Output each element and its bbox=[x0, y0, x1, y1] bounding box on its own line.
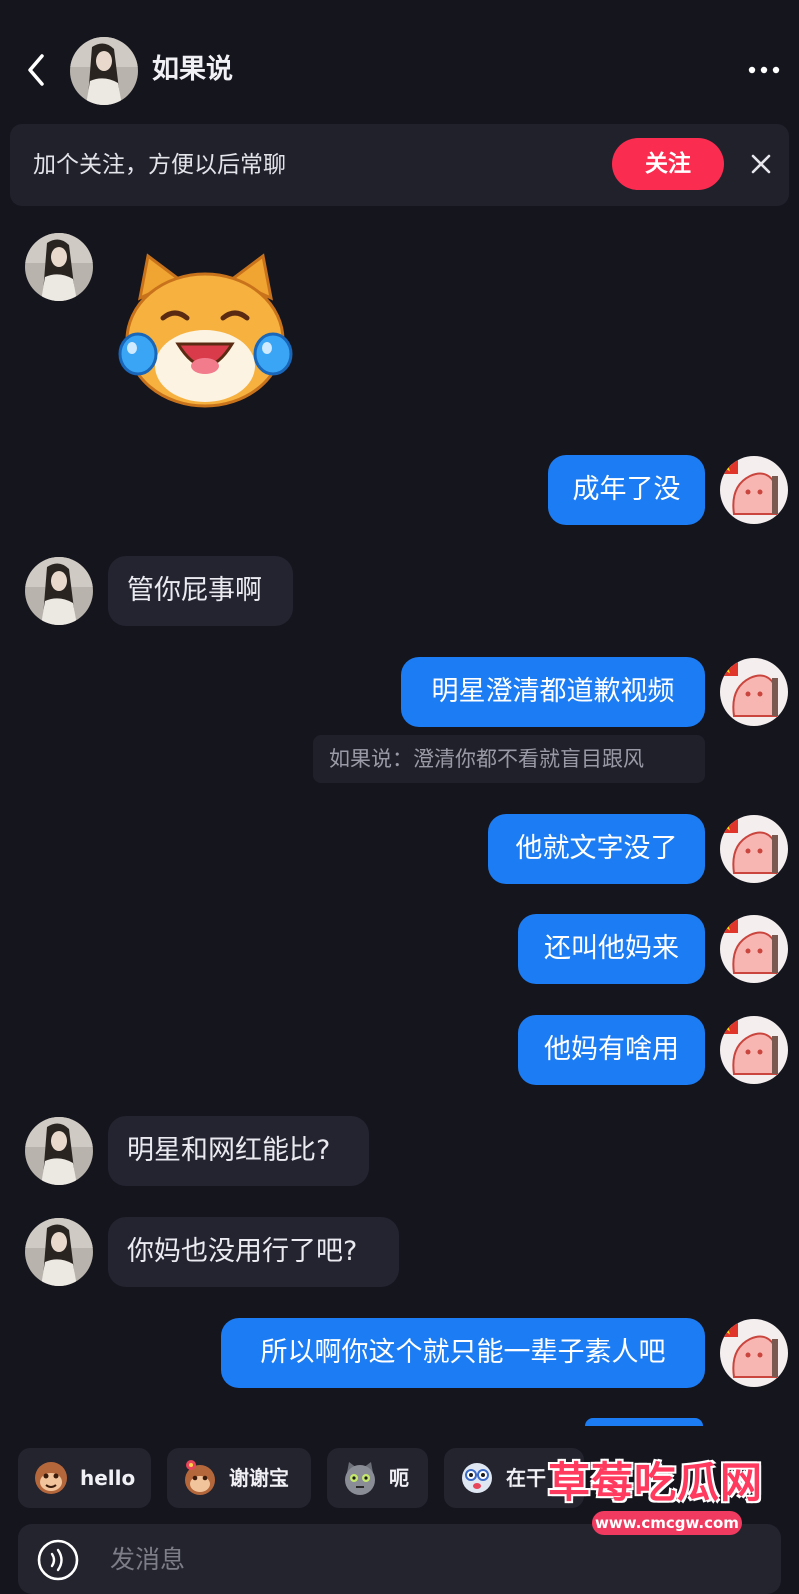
my-avatar[interactable] bbox=[720, 456, 788, 524]
contact-avatar-small[interactable] bbox=[25, 233, 93, 301]
contact-avatar-small[interactable] bbox=[25, 557, 93, 625]
chat-header: 如果说 bbox=[0, 0, 799, 140]
message-bubble-incoming[interactable]: 明星和网红能比? bbox=[108, 1116, 369, 1186]
message-bubble-outgoing[interactable]: 还叫他妈来 bbox=[518, 914, 705, 984]
my-avatar[interactable] bbox=[720, 658, 788, 726]
contact-name: 如果说 bbox=[152, 54, 233, 85]
quick-reply-er[interactable]: 呃 bbox=[327, 1448, 428, 1508]
follow-banner: 加个关注，方便以后常聊 关注 bbox=[10, 124, 789, 206]
chevron-left-icon bbox=[28, 54, 44, 86]
cat-icon bbox=[345, 1462, 375, 1495]
my-avatar[interactable] bbox=[720, 1016, 788, 1084]
follow-button[interactable]: 关注 bbox=[612, 138, 724, 190]
close-icon bbox=[751, 154, 771, 174]
face-icon bbox=[462, 1463, 492, 1493]
cat-sticker[interactable] bbox=[118, 248, 293, 413]
banner-close-button[interactable] bbox=[747, 150, 775, 178]
message-bubble-outgoing[interactable]: 所以啊你这个就只能一辈子素人吧 bbox=[221, 1318, 705, 1388]
quick-reply-hello[interactable]: hello bbox=[18, 1448, 151, 1508]
input-placeholder: 发消息 bbox=[110, 1545, 186, 1574]
quick-reply-thanks[interactable]: 谢谢宝 bbox=[167, 1448, 311, 1508]
quick-reply-label: 在干 bbox=[506, 1466, 546, 1490]
follow-banner-text: 加个关注，方便以后常聊 bbox=[33, 152, 286, 178]
quoted-message[interactable]: 如果说：澄清你都不看就盲目跟风 bbox=[313, 735, 705, 783]
contact-avatar-small[interactable] bbox=[25, 1117, 93, 1185]
more-dots-icon bbox=[748, 66, 780, 74]
voice-icon[interactable] bbox=[36, 1538, 80, 1582]
monkey-flower-icon bbox=[185, 1460, 215, 1495]
message-bubble-outgoing[interactable]: 成年了没 bbox=[548, 455, 705, 525]
message-bubble-incoming[interactable]: 你妈也没用行了吧? bbox=[108, 1217, 399, 1287]
message-bubble-outgoing[interactable]: 他就文字没了 bbox=[488, 814, 705, 884]
my-avatar[interactable] bbox=[720, 815, 788, 883]
crying-laughing-cat-icon bbox=[118, 253, 293, 408]
message-bubble-outgoing-partial bbox=[585, 1418, 703, 1426]
my-avatar[interactable] bbox=[720, 915, 788, 983]
more-button[interactable] bbox=[746, 60, 782, 80]
message-bubble-outgoing[interactable]: 他妈有啥用 bbox=[518, 1015, 705, 1085]
quick-reply-label: 呃 bbox=[389, 1466, 409, 1490]
message-bubble-incoming[interactable]: 管你屁事啊 bbox=[108, 556, 293, 626]
contact-avatar[interactable] bbox=[70, 37, 138, 105]
message-bubble-outgoing[interactable]: 明星澄清都道歉视频 bbox=[401, 657, 705, 727]
quick-reply-label: hello bbox=[80, 1466, 136, 1490]
back-button[interactable] bbox=[22, 52, 52, 88]
watermark-title: 草莓吃瓜网 bbox=[548, 1458, 764, 1507]
quick-reply-label: 谢谢宝 bbox=[229, 1466, 289, 1490]
watermark-logo: 草莓吃瓜网 www.cmcgw.com bbox=[548, 1455, 788, 1547]
contact-avatar-small[interactable] bbox=[25, 1218, 93, 1286]
my-avatar[interactable] bbox=[720, 1319, 788, 1387]
monkey-icon bbox=[35, 1462, 67, 1494]
watermark-url: www.cmcgw.com bbox=[592, 1511, 742, 1535]
